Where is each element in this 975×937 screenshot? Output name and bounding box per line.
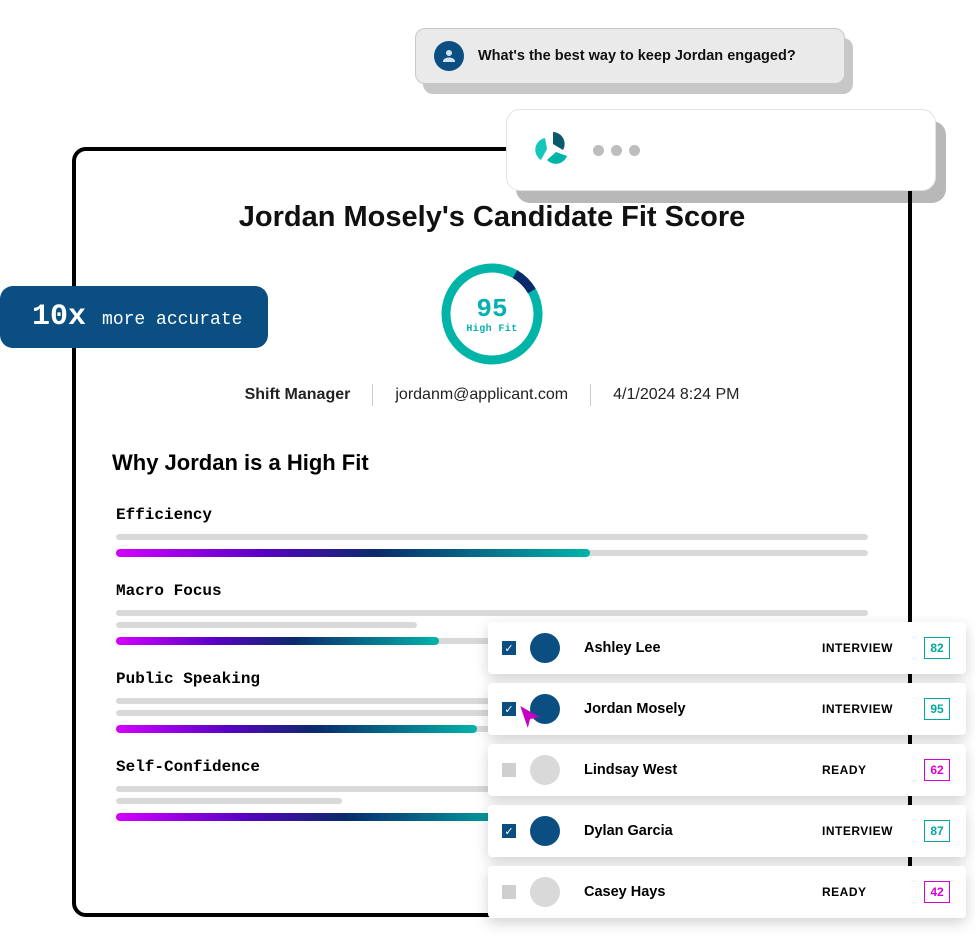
placeholder-text: [116, 534, 868, 540]
candidate-row[interactable]: Lindsay West READY 62: [488, 744, 966, 796]
candidate-name: Ashley Lee: [584, 640, 822, 656]
chat-question-bubble[interactable]: What's the best way to keep Jordan engag…: [415, 28, 845, 84]
candidate-name: Dylan Garcia: [584, 823, 822, 839]
fit-score-label: High Fit: [466, 324, 517, 335]
loading-dots-icon: [593, 145, 640, 156]
candidate-name: Lindsay West: [584, 762, 822, 778]
page-title: Jordan Mosely's Candidate Fit Score: [112, 201, 872, 234]
candidate-name: Jordan Mosely: [584, 701, 822, 717]
checkbox-icon[interactable]: [502, 763, 516, 777]
checkbox-icon[interactable]: ✓: [502, 702, 516, 716]
trait-bar: [116, 550, 868, 556]
trait-fill: [116, 725, 477, 733]
avatar: [530, 755, 560, 785]
trait-fill: [116, 637, 439, 645]
section-heading: Why Jordan is a High Fit: [112, 450, 872, 476]
candidate-score: 62: [924, 759, 950, 781]
trait-fill: [116, 549, 590, 557]
candidate-row[interactable]: Casey Hays READY 42: [488, 866, 966, 918]
candidate-row[interactable]: ✓ Jordan Mosely INTERVIEW 95: [488, 683, 966, 735]
candidate-status: READY: [822, 763, 910, 777]
avatar: [530, 633, 560, 663]
badge-text: more accurate: [102, 310, 242, 330]
badge-highlight: 10x: [32, 300, 86, 334]
candidate-status: INTERVIEW: [822, 824, 910, 838]
avatar: [530, 816, 560, 846]
candidate-name: Casey Hays: [584, 884, 822, 900]
fit-score-ring: 95 High Fit: [440, 262, 544, 366]
candidate-score: 42: [924, 881, 950, 903]
trait-efficiency: Efficiency: [112, 506, 872, 556]
ai-reply-card[interactable]: [506, 109, 936, 191]
candidate-status: READY: [822, 885, 910, 899]
candidate-status: INTERVIEW: [822, 641, 910, 655]
avatar: [530, 877, 560, 907]
brand-logo-icon: [531, 128, 575, 172]
user-icon: [434, 41, 464, 71]
candidate-score: 82: [924, 637, 950, 659]
accuracy-badge: 10x more accurate: [0, 286, 268, 348]
checkbox-icon[interactable]: ✓: [502, 824, 516, 838]
trait-label: Macro Focus: [116, 582, 868, 600]
candidate-status: INTERVIEW: [822, 702, 910, 716]
trait-label: Efficiency: [116, 506, 868, 524]
job-title: Shift Manager: [223, 386, 373, 404]
candidate-email: jordanm@applicant.com: [373, 386, 590, 404]
candidate-datetime: 4/1/2024 8:24 PM: [591, 386, 761, 404]
chat-question-text: What's the best way to keep Jordan engag…: [478, 48, 796, 64]
candidate-row[interactable]: ✓ Dylan Garcia INTERVIEW 87: [488, 805, 966, 857]
fit-score-value: 95: [476, 294, 507, 324]
candidate-score: 87: [924, 820, 950, 842]
trait-fill: [116, 813, 530, 821]
avatar: [530, 694, 560, 724]
candidate-score: 95: [924, 698, 950, 720]
candidate-list: ✓ Ashley Lee INTERVIEW 82 ✓ Jordan Mosel…: [488, 622, 966, 918]
checkbox-icon[interactable]: [502, 885, 516, 899]
candidate-info-line: Shift Manager jordanm@applicant.com 4/1/…: [112, 384, 872, 406]
candidate-row[interactable]: ✓ Ashley Lee INTERVIEW 82: [488, 622, 966, 674]
checkbox-icon[interactable]: ✓: [502, 641, 516, 655]
